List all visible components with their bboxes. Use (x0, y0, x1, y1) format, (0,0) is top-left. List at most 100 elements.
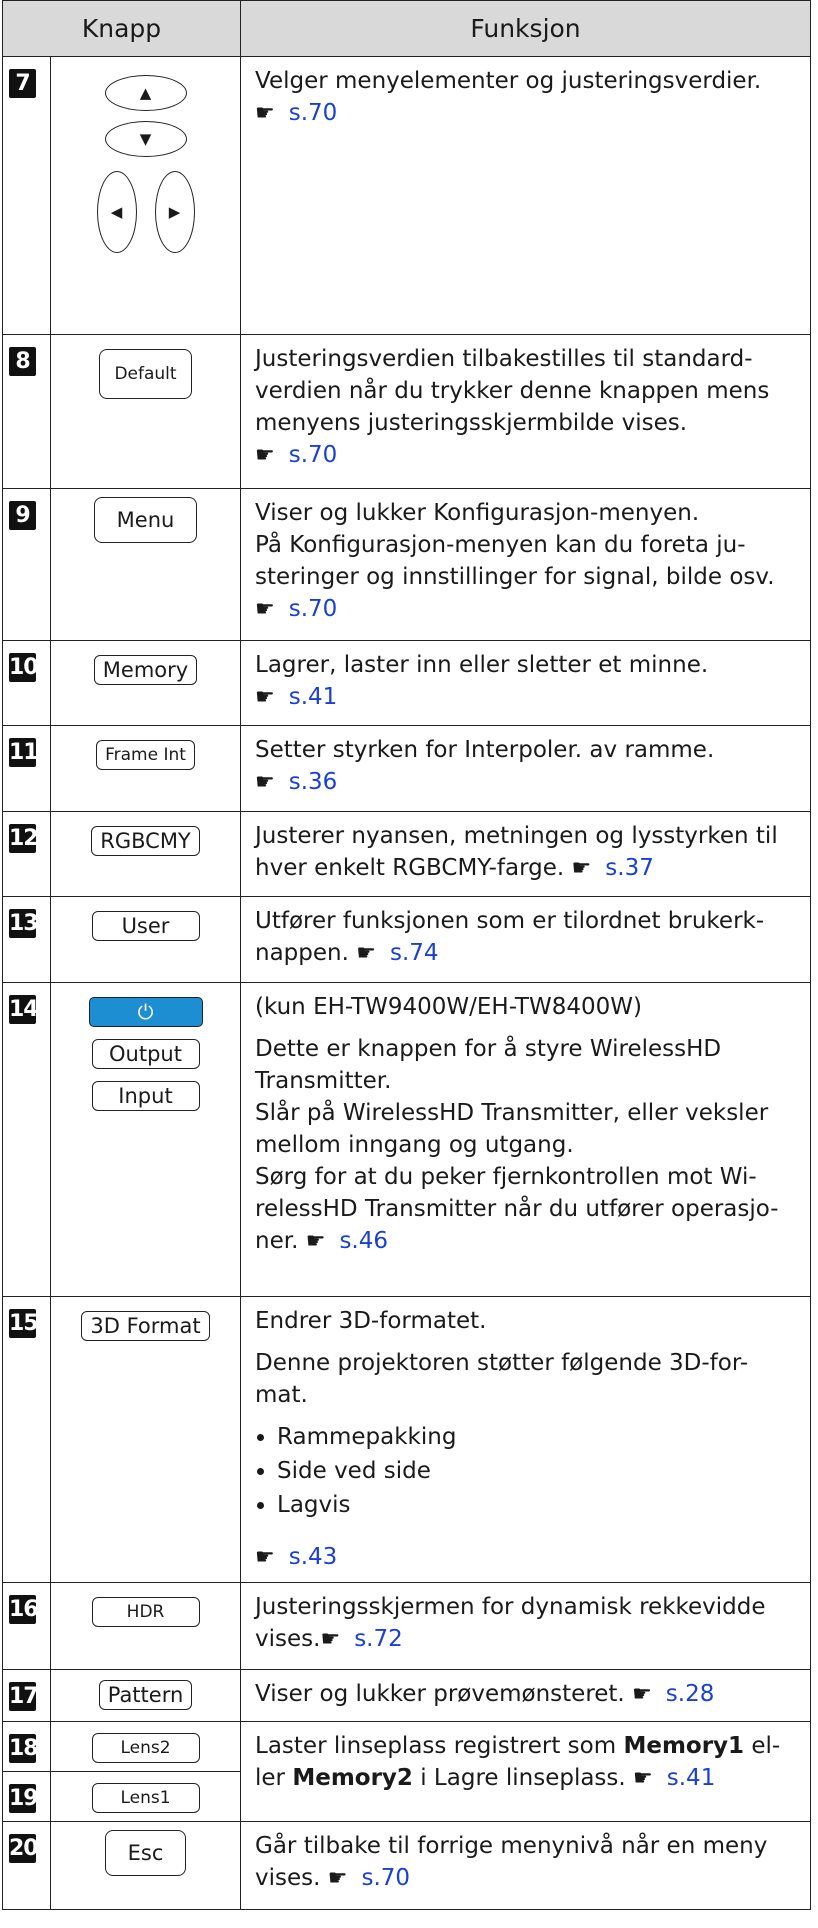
table-row: 9 Menu Viser og lukker Konfigurasjon-men… (2, 488, 812, 641)
page-link[interactable]: s.43 (289, 1544, 338, 1570)
table-row: 14 ⏻ Output Input (kun EH-TW9400W/EH-TW8… (2, 982, 812, 1297)
output-key: Output (91, 1039, 200, 1069)
function-text: Laster linseplass registrert som (255, 1733, 624, 1759)
function-text: Lagrer, laster inn eller sletter et minn… (255, 652, 709, 678)
page-link[interactable]: s.70 (362, 1865, 411, 1891)
function-text: Justerer nyansen, metningen og lysstyrke… (255, 823, 778, 881)
row-number-badge: 14 (9, 995, 39, 1024)
left-arrow-icon: ◀ (110, 203, 123, 221)
pointing-hand-icon: ☛ (255, 770, 275, 795)
table-row: 15 3D Format Endrer 3D-formatet. Denne p… (2, 1296, 812, 1583)
function-text: (kun EH-TW9400W/EH-TW8400W) (255, 994, 642, 1020)
pointing-hand-icon: ☛ (327, 1866, 348, 1891)
table-row: 17 Pattern Viser og lukker prøvemønstere… (2, 1669, 812, 1722)
table-row: 10 Memory Lagrer, laster inn eller slett… (2, 640, 812, 726)
table-row: 16 HDR Justeringsskjermen for dynamisk r… (2, 1582, 812, 1670)
page-link[interactable]: s.70 (289, 596, 338, 622)
list-item: Lagvis (277, 1489, 800, 1521)
bold-term: Memory1 (623, 1733, 745, 1759)
bold-term: Memory2 (292, 1765, 413, 1791)
power-icon: ⏻ (88, 997, 203, 1027)
page-link[interactable]: s.28 (666, 1681, 715, 1707)
function-text: i Lagre linseplass. (412, 1765, 626, 1791)
function-text: Setter styrken for Interpoler. av ramme. (255, 737, 715, 763)
row-number-badge: 17 (9, 1682, 39, 1711)
frame-int-key: Frame Int (96, 740, 195, 770)
row-number-badge: 20 (9, 1834, 39, 1863)
table-row: 12 RGBCMY Justerer nyansen, metningen og… (2, 811, 812, 897)
arrow-keys: ▲ ▼ ◀ ▶ (49, 56, 242, 335)
page-link[interactable]: s.41 (667, 1765, 716, 1791)
row-number-badge: 7 (9, 69, 36, 98)
row-number-badge: 9 (9, 501, 36, 530)
pointing-hand-icon: ☛ (305, 1229, 326, 1254)
pointing-hand-icon: ☛ (255, 101, 275, 126)
3d-format-key: 3D Format (81, 1311, 210, 1341)
pointing-hand-icon: ☛ (255, 597, 275, 622)
pointing-hand-icon: ☛ (356, 941, 376, 966)
right-arrow-icon: ▶ (168, 203, 181, 221)
header-funksjon: Funksjon (240, 0, 812, 57)
list-item: Side ved side (277, 1455, 800, 1487)
menu-key: Menu (93, 497, 198, 543)
page-link[interactable]: s.41 (289, 684, 338, 710)
row-number-badge: 10 (9, 653, 39, 682)
table-row: 11 Frame Int Setter styrken for Interpol… (2, 725, 812, 812)
pointing-hand-icon: ☛ (255, 1545, 275, 1570)
down-arrow-icon: ▼ (139, 130, 152, 148)
function-text: Justeringsverdien tilbakestilles til sta… (255, 346, 770, 436)
up-arrow-key: ▲ (104, 75, 187, 111)
row-number-badge: 13 (9, 909, 39, 938)
row-number-badge: 15 (9, 1309, 39, 1338)
pattern-key: Pattern (98, 1680, 193, 1710)
default-key: Default (99, 349, 192, 399)
table-row: 8 Default Justeringsverdien tilbakestill… (2, 334, 812, 489)
pointing-hand-icon: ☛ (255, 685, 275, 710)
row-number-badge: 8 (9, 347, 36, 376)
header-knapp: Knapp (1, 0, 242, 57)
function-text: Dette er knappen for å styre WirelessHD … (255, 1036, 722, 1094)
pointing-hand-icon: ☛ (633, 1766, 653, 1791)
user-key: User (91, 911, 200, 941)
lens2-key: Lens2 (91, 1733, 200, 1763)
function-text: Viser og lukker Konfigurasjon-menyen. (255, 500, 700, 526)
function-text: På Konfigurasjon-menyen kan du foreta ju… (255, 532, 775, 590)
page-link[interactable]: s.74 (390, 940, 439, 966)
left-arrow-key: ◀ (96, 171, 137, 253)
row-number-badge: 16 (9, 1595, 39, 1624)
button-function-table: Knapp Funksjon 7 ▲ ▼ ◀ ▶ Velger menyelem… (1, 0, 812, 1910)
hdr-key: HDR (91, 1597, 200, 1627)
esc-key: Esc (104, 1830, 187, 1876)
pointing-hand-icon: ☛ (632, 1682, 652, 1707)
function-text: Sørg for at du peker fjernkontrollen mot… (255, 1164, 779, 1254)
page-link[interactable]: s.37 (605, 855, 654, 881)
table-header: Knapp Funksjon (1, 0, 812, 57)
table-row: 7 ▲ ▼ ◀ ▶ Velger menyelementer og juster… (2, 56, 812, 335)
pointing-hand-icon: ☛ (320, 1627, 341, 1652)
format-list: Rammepakking Side ved side Lagvis (255, 1421, 800, 1521)
page-link[interactable]: s.46 (339, 1228, 388, 1254)
function-text: Utfører funksjonen som er tilordnet bruk… (255, 908, 765, 966)
function-text: Endrer 3D-formatet. (255, 1308, 487, 1334)
table-row: 18 Lens2 Laster linseplass registrert so… (2, 1721, 812, 1822)
function-text: Velger menyelementer og justeringsverdie… (255, 68, 762, 94)
table-row: 13 User Utfører funksjonen som er tilord… (2, 896, 812, 983)
row-number-badge: 12 (9, 824, 39, 853)
function-text: Denne projektoren støtter følgende 3D-fo… (255, 1350, 749, 1408)
row-number-badge: 19 (9, 1784, 39, 1813)
page-link[interactable]: s.72 (354, 1626, 403, 1652)
table-row: 20 Esc Går tilbake til forrige menynivå … (2, 1821, 812, 1910)
page-link[interactable]: s.70 (289, 442, 338, 468)
page-link[interactable]: s.36 (289, 769, 338, 795)
pointing-hand-icon: ☛ (255, 443, 275, 468)
input-key: Input (91, 1081, 200, 1111)
lens1-key: Lens1 (91, 1783, 200, 1813)
list-item: Rammepakking (277, 1421, 800, 1453)
function-text: Slår på WirelessHD Transmitter, eller ve… (255, 1100, 769, 1158)
up-arrow-icon: ▲ (139, 84, 152, 102)
pointing-hand-icon: ☛ (571, 856, 592, 881)
rgbcmy-key: RGBCMY (91, 826, 200, 856)
row-number-badge: 18 (9, 1734, 39, 1763)
page-link[interactable]: s.70 (289, 100, 338, 126)
right-arrow-key: ▶ (154, 171, 195, 253)
